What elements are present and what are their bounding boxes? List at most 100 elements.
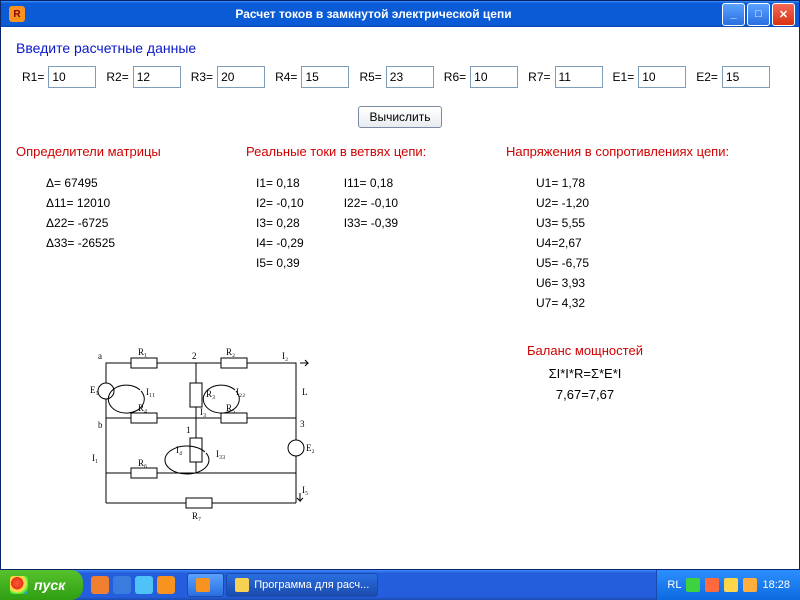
current-row: I33= -0,39 (344, 213, 398, 233)
svg-text:a: a (98, 351, 102, 361)
tray-icon[interactable] (705, 578, 719, 592)
label-r3: R3= (191, 70, 213, 84)
task-icon (196, 578, 210, 592)
current-row: I22= -0,10 (344, 193, 398, 213)
volt-row: U4=2,67 (536, 233, 766, 253)
input-e1[interactable] (638, 66, 686, 88)
svg-text:I₁: I₁ (92, 453, 98, 463)
volt-row: U3= 5,55 (536, 213, 766, 233)
svg-text:I₂: I₂ (282, 351, 288, 361)
svg-text:I₃₃: I₃₃ (216, 449, 225, 459)
windows-logo-icon (10, 576, 28, 594)
tray-icon[interactable] (686, 578, 700, 592)
ql-icon[interactable] (135, 576, 153, 594)
svg-text:E₂: E₂ (306, 443, 315, 453)
input-r4[interactable] (301, 66, 349, 88)
power-balance: Баланс мощностей ΣI*I*R=Σ*E*I 7,67=7,67 (386, 343, 784, 408)
svg-text:R₁: R₁ (138, 347, 147, 357)
task-buttons: Программа для расч... (183, 570, 656, 600)
svg-text:R₅: R₅ (226, 403, 235, 413)
label-r5: R5= (359, 70, 381, 84)
task-label: Программа для расч... (254, 579, 369, 591)
volt-row: U1= 1,78 (536, 173, 766, 193)
input-r7[interactable] (555, 66, 603, 88)
system-tray[interactable]: RL 18:28 (656, 570, 800, 600)
tray-icon[interactable] (724, 578, 738, 592)
inputs-row: R1= R2= R3= R4= R5= R6= R7= E1= E2= (16, 66, 784, 88)
label-r7: R7= (528, 70, 550, 84)
label-e2: E2= (696, 70, 718, 84)
currents-header: Реальные токи в ветвях цепи: (246, 144, 476, 159)
svg-text:3: 3 (300, 419, 305, 429)
label-r1: R1= (22, 70, 44, 84)
input-r3[interactable] (217, 66, 265, 88)
voltages-header: Напряжения в сопротивлениях цепи: (506, 144, 766, 159)
svg-text:R₂: R₂ (226, 347, 235, 357)
quick-launch (83, 570, 183, 600)
calculate-button[interactable]: Вычислить (358, 106, 441, 128)
titlebar[interactable]: R Расчет токов в замкнутой электрической… (1, 1, 799, 27)
task-button[interactable]: Программа для расч... (226, 573, 378, 597)
current-row: I3= 0,28 (256, 213, 304, 233)
balance-header: Баланс мощностей (386, 343, 784, 358)
task-button[interactable] (187, 573, 224, 597)
svg-text:L: L (302, 387, 308, 397)
current-row: I11= 0,18 (344, 173, 398, 193)
svg-text:R₇: R₇ (192, 511, 201, 521)
current-row: I4= -0,29 (256, 233, 304, 253)
balance-equality: 7,67=7,67 (386, 387, 784, 402)
maximize-button[interactable]: □ (747, 3, 770, 26)
volt-row: U2= -1,20 (536, 193, 766, 213)
input-r1[interactable] (48, 66, 96, 88)
minimize-button[interactable]: _ (722, 3, 745, 26)
determinants-header: Определители матрицы (16, 144, 216, 159)
folder-icon (235, 578, 249, 592)
circuit-diagram: a R₁ 2 R₂ I₂ E₁ I₁₁ R₃ I₂₂ L I₃ b (86, 343, 326, 523)
svg-text:2: 2 (192, 351, 197, 361)
svg-text:I₃: I₃ (200, 407, 206, 417)
label-r2: R2= (106, 70, 128, 84)
input-r6[interactable] (470, 66, 518, 88)
svg-text:I₅: I₅ (302, 485, 308, 495)
ql-icon[interactable] (113, 576, 131, 594)
balance-formula: ΣI*I*R=Σ*E*I (386, 366, 784, 381)
form-header: Введите расчетные данные (16, 40, 784, 56)
taskbar: пуск Программа для расч... RL 18:28 (0, 570, 800, 600)
current-row: I2= -0,10 (256, 193, 304, 213)
input-r2[interactable] (133, 66, 181, 88)
det-row: Δ= 67495 (46, 173, 216, 193)
svg-text:I₄: I₄ (176, 445, 182, 455)
clock[interactable]: 18:28 (762, 579, 790, 591)
close-button[interactable]: ✕ (772, 3, 795, 26)
input-r5[interactable] (386, 66, 434, 88)
volt-row: U7= 4,32 (536, 293, 766, 313)
svg-text:R₆: R₆ (138, 458, 147, 468)
svg-text:E₁: E₁ (90, 385, 99, 395)
language-indicator[interactable]: RL (667, 579, 681, 591)
volt-row: U5= -6,75 (536, 253, 766, 273)
svg-text:I₁₁: I₁₁ (146, 387, 155, 397)
svg-text:I₂₂: I₂₂ (236, 387, 245, 397)
label-r6: R6= (444, 70, 466, 84)
det-row: Δ11= 12010 (46, 193, 216, 213)
det-row: Δ33= -26525 (46, 233, 216, 253)
ql-icon[interactable] (91, 576, 109, 594)
start-label: пуск (34, 577, 65, 593)
current-row: I5= 0,39 (256, 253, 304, 273)
client-area: Введите расчетные данные R1= R2= R3= R4=… (2, 28, 798, 568)
input-e2[interactable] (722, 66, 770, 88)
current-row: I1= 0,18 (256, 173, 304, 193)
app-window: R Расчет токов в замкнутой электрической… (0, 0, 800, 570)
svg-text:1: 1 (186, 425, 191, 435)
det-row: Δ22= -6725 (46, 213, 216, 233)
tray-icon[interactable] (743, 578, 757, 592)
volt-row: U6= 3,93 (536, 273, 766, 293)
window-title: Расчет токов в замкнутой электрической ц… (25, 7, 722, 21)
svg-text:R₃: R₃ (206, 389, 215, 399)
ql-icon[interactable] (157, 576, 175, 594)
start-button[interactable]: пуск (0, 570, 83, 600)
svg-text:b: b (98, 420, 103, 430)
label-e1: E1= (613, 70, 635, 84)
svg-text:R₄: R₄ (138, 403, 147, 413)
app-icon: R (9, 6, 25, 22)
